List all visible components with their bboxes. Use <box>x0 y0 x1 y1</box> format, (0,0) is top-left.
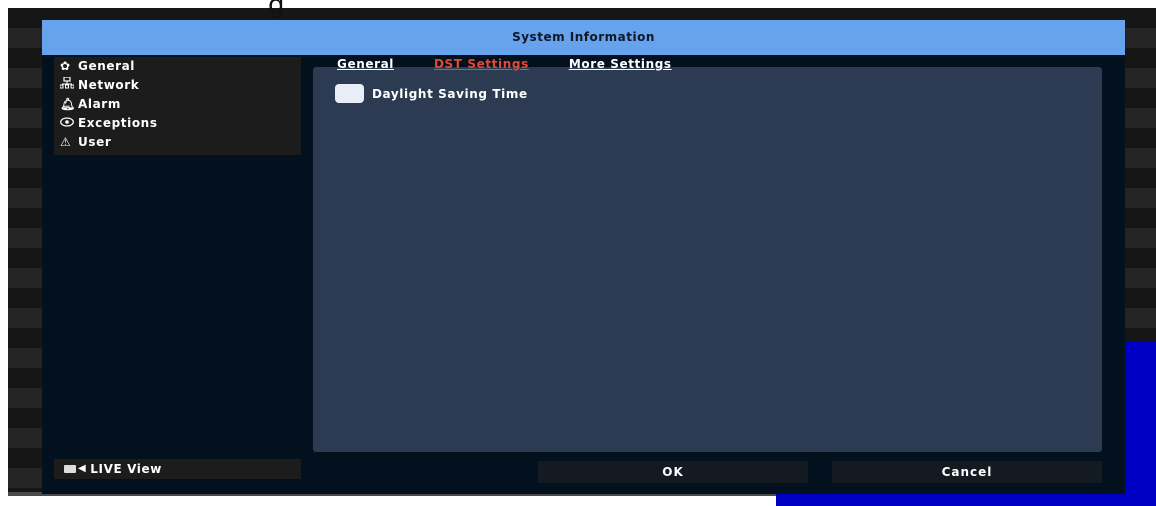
sidebar-item-label: Exceptions <box>78 116 158 130</box>
sidebar-item-label: Alarm <box>78 97 121 111</box>
sidebar-item-user[interactable]: ⚠︎ User <box>54 133 301 152</box>
live-view-button[interactable]: ◀ LIVE View <box>54 459 301 479</box>
back-arrow-icon: ◀ <box>78 463 87 474</box>
top-text-fragment: g <box>268 0 285 20</box>
cancel-button[interactable]: Cancel <box>832 461 1102 483</box>
warning-icon: ⚠︎ <box>60 135 72 149</box>
gear-icon: ✿ <box>60 59 71 73</box>
system-information-dialog: System Information ✿ General Network 🔔︎ … <box>42 20 1125 494</box>
tab-dst-settings[interactable]: DST Settings <box>434 57 529 73</box>
tab-bar: General DST Settings More Settings <box>337 57 712 73</box>
desktop-white-strip <box>0 496 776 506</box>
sidebar: ✿ General Network 🔔︎ Alarm Exceptions ⚠︎… <box>54 57 301 155</box>
tab-general[interactable]: General <box>337 57 394 73</box>
live-view-label: LIVE View <box>90 462 162 476</box>
daylight-saving-checkbox[interactable] <box>335 84 364 103</box>
dialog-title: System Information <box>42 20 1125 55</box>
sidebar-item-network[interactable]: Network <box>54 76 301 95</box>
sidebar-item-exceptions[interactable]: Exceptions <box>54 114 301 133</box>
sidebar-item-general[interactable]: ✿ General <box>54 57 301 76</box>
camera-icon <box>64 465 76 473</box>
sidebar-item-label: Network <box>78 78 140 92</box>
ok-button[interactable]: OK <box>538 461 808 483</box>
bell-icon: 🔔︎ <box>60 97 76 111</box>
sidebar-item-label: General <box>78 59 135 73</box>
daylight-saving-label: Daylight Saving Time <box>372 86 528 101</box>
eye-icon <box>60 114 76 133</box>
sidebar-item-label: User <box>78 135 112 149</box>
settings-panel: Daylight Saving Time <box>313 67 1102 452</box>
tab-more-settings[interactable]: More Settings <box>569 57 672 73</box>
sidebar-item-alarm[interactable]: 🔔︎ Alarm <box>54 95 301 114</box>
network-icon <box>59 76 76 95</box>
dst-row: Daylight Saving Time <box>335 84 528 103</box>
